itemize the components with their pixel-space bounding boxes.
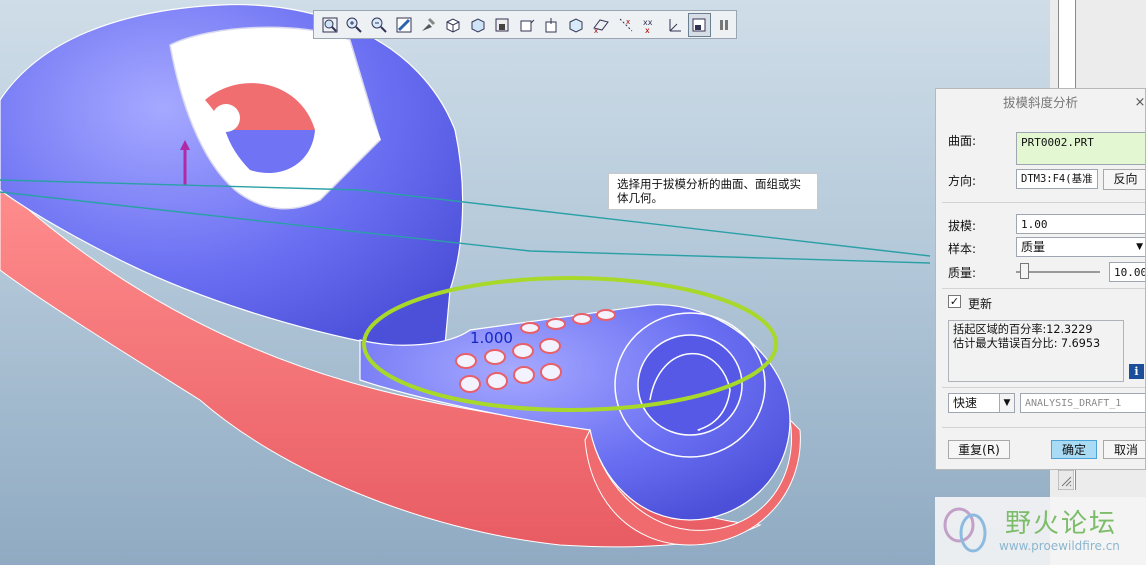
orient-icon: [569, 17, 583, 33]
separator: [942, 387, 1145, 388]
cancel-button[interactable]: 取消: [1103, 440, 1145, 459]
refit-button[interactable]: [392, 13, 416, 37]
resize-grip-icon[interactable]: [1058, 470, 1074, 490]
datum-planes-icon: x: [593, 18, 609, 34]
datum-axes-button[interactable]: x: [614, 13, 638, 37]
zoom-out-button[interactable]: [367, 13, 391, 37]
svg-text:x: x: [626, 18, 630, 26]
update-label: 更新: [968, 297, 993, 311]
orient-button[interactable]: [564, 13, 588, 37]
ok-button[interactable]: 确定: [1051, 440, 1097, 459]
analysis-name-field[interactable]: ANALYSIS_DRAFT_1: [1020, 393, 1145, 413]
annotation-button[interactable]: [687, 12, 712, 37]
layers-button[interactable]: [515, 13, 539, 37]
pause-icon: [720, 19, 729, 30]
forum-name: 野火论坛: [1005, 509, 1118, 539]
forum-url: www.proewildfire.cn: [999, 539, 1120, 553]
saved-views-icon: [495, 18, 509, 31]
refit-icon: [396, 17, 412, 32]
model-view[interactable]: [0, 0, 1050, 565]
quality-label: 质量:: [948, 266, 977, 280]
quality-input[interactable]: 10.00: [1109, 262, 1145, 282]
direction-collector[interactable]: DTM3:F4(基准: [1016, 169, 1098, 189]
dialog-title: 拔模斜度分析 ×: [936, 89, 1145, 117]
view-toolbar: x x xx x: [313, 10, 737, 39]
close-icon[interactable]: ×: [1133, 89, 1145, 117]
datum-points-icon: xxx: [643, 18, 653, 34]
zoom-out-icon: [371, 17, 387, 33]
datum-points-button[interactable]: xx x: [638, 13, 662, 37]
repaint-icon: [422, 17, 436, 31]
graphics-window[interactable]: x x xx x 选择用于拔模分析的曲面、面组或实体几何。 1.000: [0, 0, 1050, 565]
draft-angle-label: 1.000: [470, 329, 513, 347]
result-line-enclosed: 括起区域的百分率:12.3229: [953, 323, 1093, 336]
zoom-in-button[interactable]: [343, 13, 367, 37]
shading-icon: [446, 17, 460, 33]
annotation-icon: [692, 18, 706, 31]
sample-select-value: 质量: [1021, 240, 1046, 254]
dialog-title-text: 拔模斜度分析: [1002, 95, 1078, 110]
analysis-mode-value: 快速: [953, 396, 978, 410]
pause-button[interactable]: [712, 13, 736, 37]
forum-logo-icon: [943, 507, 987, 553]
update-checkbox[interactable]: ✓: [948, 295, 961, 308]
coordinate-systems-button[interactable]: [663, 13, 687, 37]
sample-label: 样本:: [948, 242, 977, 256]
separator: [942, 427, 1145, 428]
coordinate-systems-icon: [669, 18, 681, 31]
view-manager-button[interactable]: [466, 13, 490, 37]
quality-slider-thumb[interactable]: [1020, 263, 1030, 279]
view-manager-icon: [471, 17, 485, 33]
selection-tooltip: 选择用于拔模分析的曲面、面组或实体几何。: [608, 173, 818, 210]
surface-collector[interactable]: PRT0002.PRT: [1016, 132, 1145, 165]
zoom-window-button[interactable]: [318, 13, 342, 37]
checkmark-icon: ✓: [949, 295, 960, 308]
chevron-down-icon: ▼: [1136, 242, 1143, 252]
datum-axes-icon: x: [619, 18, 632, 31]
analysis-mode-select[interactable]: 快速 ▼: [948, 393, 1015, 413]
chevron-down-icon: ▼: [999, 394, 1014, 412]
draft-label: 拔模:: [948, 219, 977, 233]
zoom-window-icon: [322, 17, 338, 32]
draft-analysis-dialog: 拔模斜度分析 × 曲面: PRT0002.PRT 方向: DTM3:F4(基准 …: [935, 88, 1146, 470]
result-line-error: 估计最大错误百分比: 7.6953: [953, 337, 1101, 350]
shading-button[interactable]: [441, 13, 465, 37]
spin-center-icon: [545, 17, 557, 32]
layers-icon: [520, 19, 535, 31]
repeat-button[interactable]: 重复(R): [948, 440, 1010, 459]
info-icon[interactable]: i: [1129, 364, 1144, 379]
repaint-button[interactable]: [417, 13, 441, 37]
svg-text:x: x: [645, 26, 650, 34]
svg-text:x: x: [594, 27, 598, 34]
sample-select[interactable]: 质量 ▼: [1016, 237, 1145, 257]
spin-center-button[interactable]: [540, 13, 564, 37]
separator: [942, 202, 1145, 203]
analysis-result-box: 括起区域的百分率:12.3229 估计最大错误百分比: 7.6953: [948, 320, 1124, 382]
forum-watermark: 野火论坛 www.proewildfire.cn: [935, 497, 1146, 565]
separator: [942, 288, 1145, 289]
zoom-in-icon: [346, 17, 363, 33]
draft-angle-input[interactable]: 1.00: [1016, 214, 1145, 234]
surface-label: 曲面:: [948, 134, 977, 148]
flip-direction-button[interactable]: 反向: [1103, 169, 1145, 190]
direction-label: 方向:: [948, 174, 977, 188]
datum-planes-button[interactable]: x: [589, 13, 613, 37]
saved-views-button[interactable]: [490, 13, 514, 37]
